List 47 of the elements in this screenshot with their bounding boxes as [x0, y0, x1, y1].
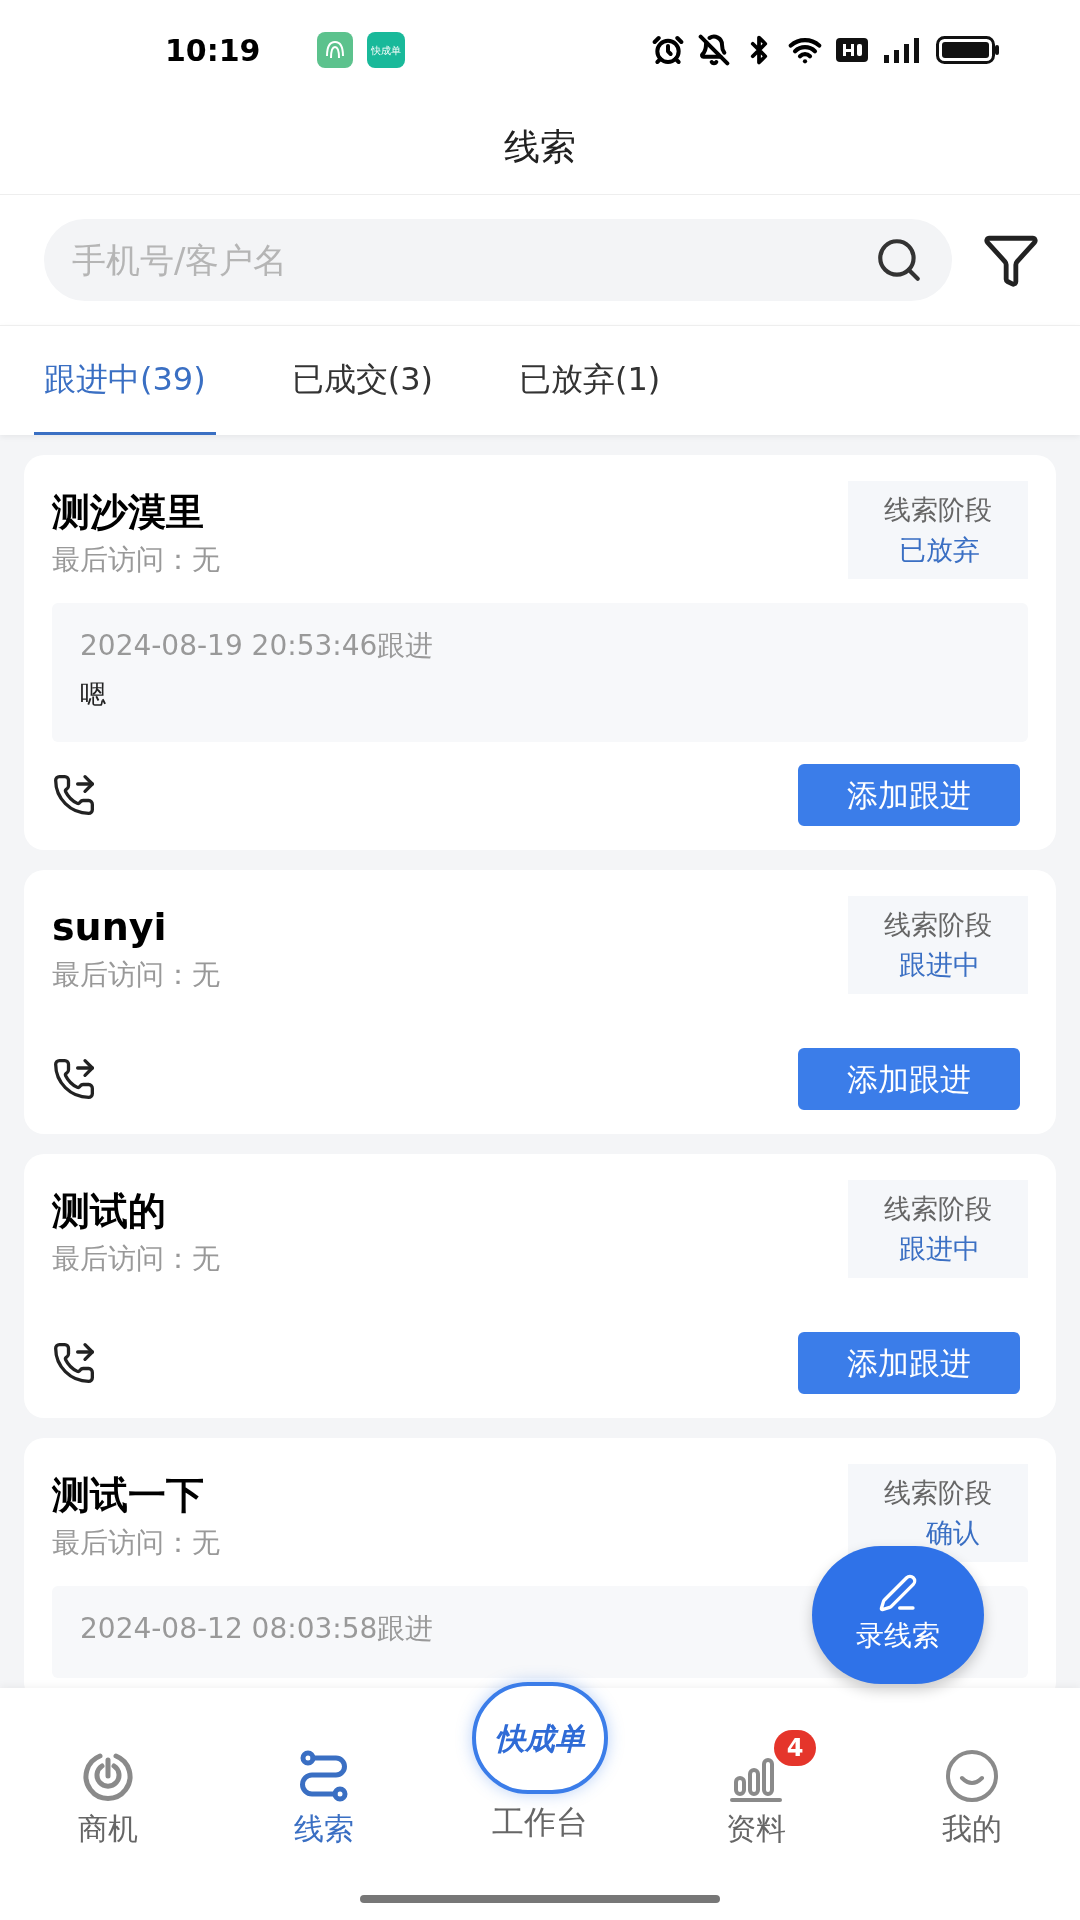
stage-label: 线索阶段	[884, 907, 992, 942]
tab[interactable]: 跟进中(39)	[34, 326, 216, 435]
lead-name: 测沙漠里	[52, 489, 205, 535]
lead-card[interactable]: 测沙漠里 最后访问：无 线索阶段 已放弃 2024-08-19 20:53:46跟进 嗯 添加跟进	[24, 455, 1056, 850]
followup-content: 嗯	[80, 678, 107, 711]
status-time: 10:19	[165, 31, 261, 70]
signal-icon	[882, 35, 922, 65]
mute-icon	[698, 34, 730, 66]
last-visit: 最后访问：无	[52, 958, 220, 992]
stage-value: 跟进中	[899, 1232, 980, 1266]
nav-tab[interactable]: 我的	[864, 1688, 1080, 1878]
stage-value: 已放弃	[899, 533, 980, 567]
lead-name: 测试的	[52, 1188, 167, 1234]
nav-tab[interactable]: 商机	[0, 1688, 216, 1878]
add-followup-button[interactable]: 添加跟进	[798, 1048, 1020, 1110]
stage-value: 跟进中	[899, 948, 980, 982]
nav-tab[interactable]: 线索	[216, 1688, 432, 1878]
add-followup-button[interactable]: 添加跟进	[798, 1332, 1020, 1394]
add-followup-button[interactable]: 添加跟进	[798, 764, 1020, 826]
count-badge: 4	[774, 1730, 816, 1766]
stage-label: 线索阶段	[884, 492, 992, 527]
followup-time: 2024-08-12 08:03:58跟进	[80, 1611, 434, 1647]
last-visit: 最后访问：无	[52, 543, 220, 577]
lead-name: sunyi	[52, 904, 168, 950]
last-visit: 最后访问：无	[52, 1526, 220, 1560]
followup-time: 2024-08-19 20:53:46跟进	[80, 628, 434, 664]
search-field[interactable]: 手机号/客户名	[44, 219, 952, 301]
pencil-icon	[878, 1573, 918, 1613]
call-icon[interactable]	[52, 1057, 96, 1101]
nav-tab[interactable]: 4 资料	[648, 1688, 864, 1878]
lead-card[interactable]: sunyi 最后访问：无 线索阶段 跟进中 添加跟进	[24, 870, 1056, 1134]
last-visit: 最后访问：无	[52, 1242, 220, 1276]
app-notification-icon: 快成单	[366, 32, 405, 68]
alarm-icon	[652, 34, 684, 66]
logo-badge: 快成单	[472, 1682, 608, 1794]
tab[interactable]: 已放弃(1)	[509, 326, 671, 435]
lead-name: 测试一下	[52, 1472, 205, 1518]
call-icon[interactable]	[52, 1341, 96, 1385]
stage-label: 线索阶段	[884, 1475, 992, 1510]
lead-card[interactable]: 测试的 最后访问：无 线索阶段 跟进中 添加跟进	[24, 1154, 1056, 1418]
battery-icon	[936, 36, 1000, 64]
hd-icon	[836, 38, 868, 62]
stage-label: 线索阶段	[884, 1191, 992, 1226]
smiley-icon	[944, 1748, 1000, 1804]
call-icon[interactable]	[52, 773, 96, 817]
page-title: 线索	[504, 125, 576, 169]
tab[interactable]: 已成交(3)	[281, 326, 443, 435]
